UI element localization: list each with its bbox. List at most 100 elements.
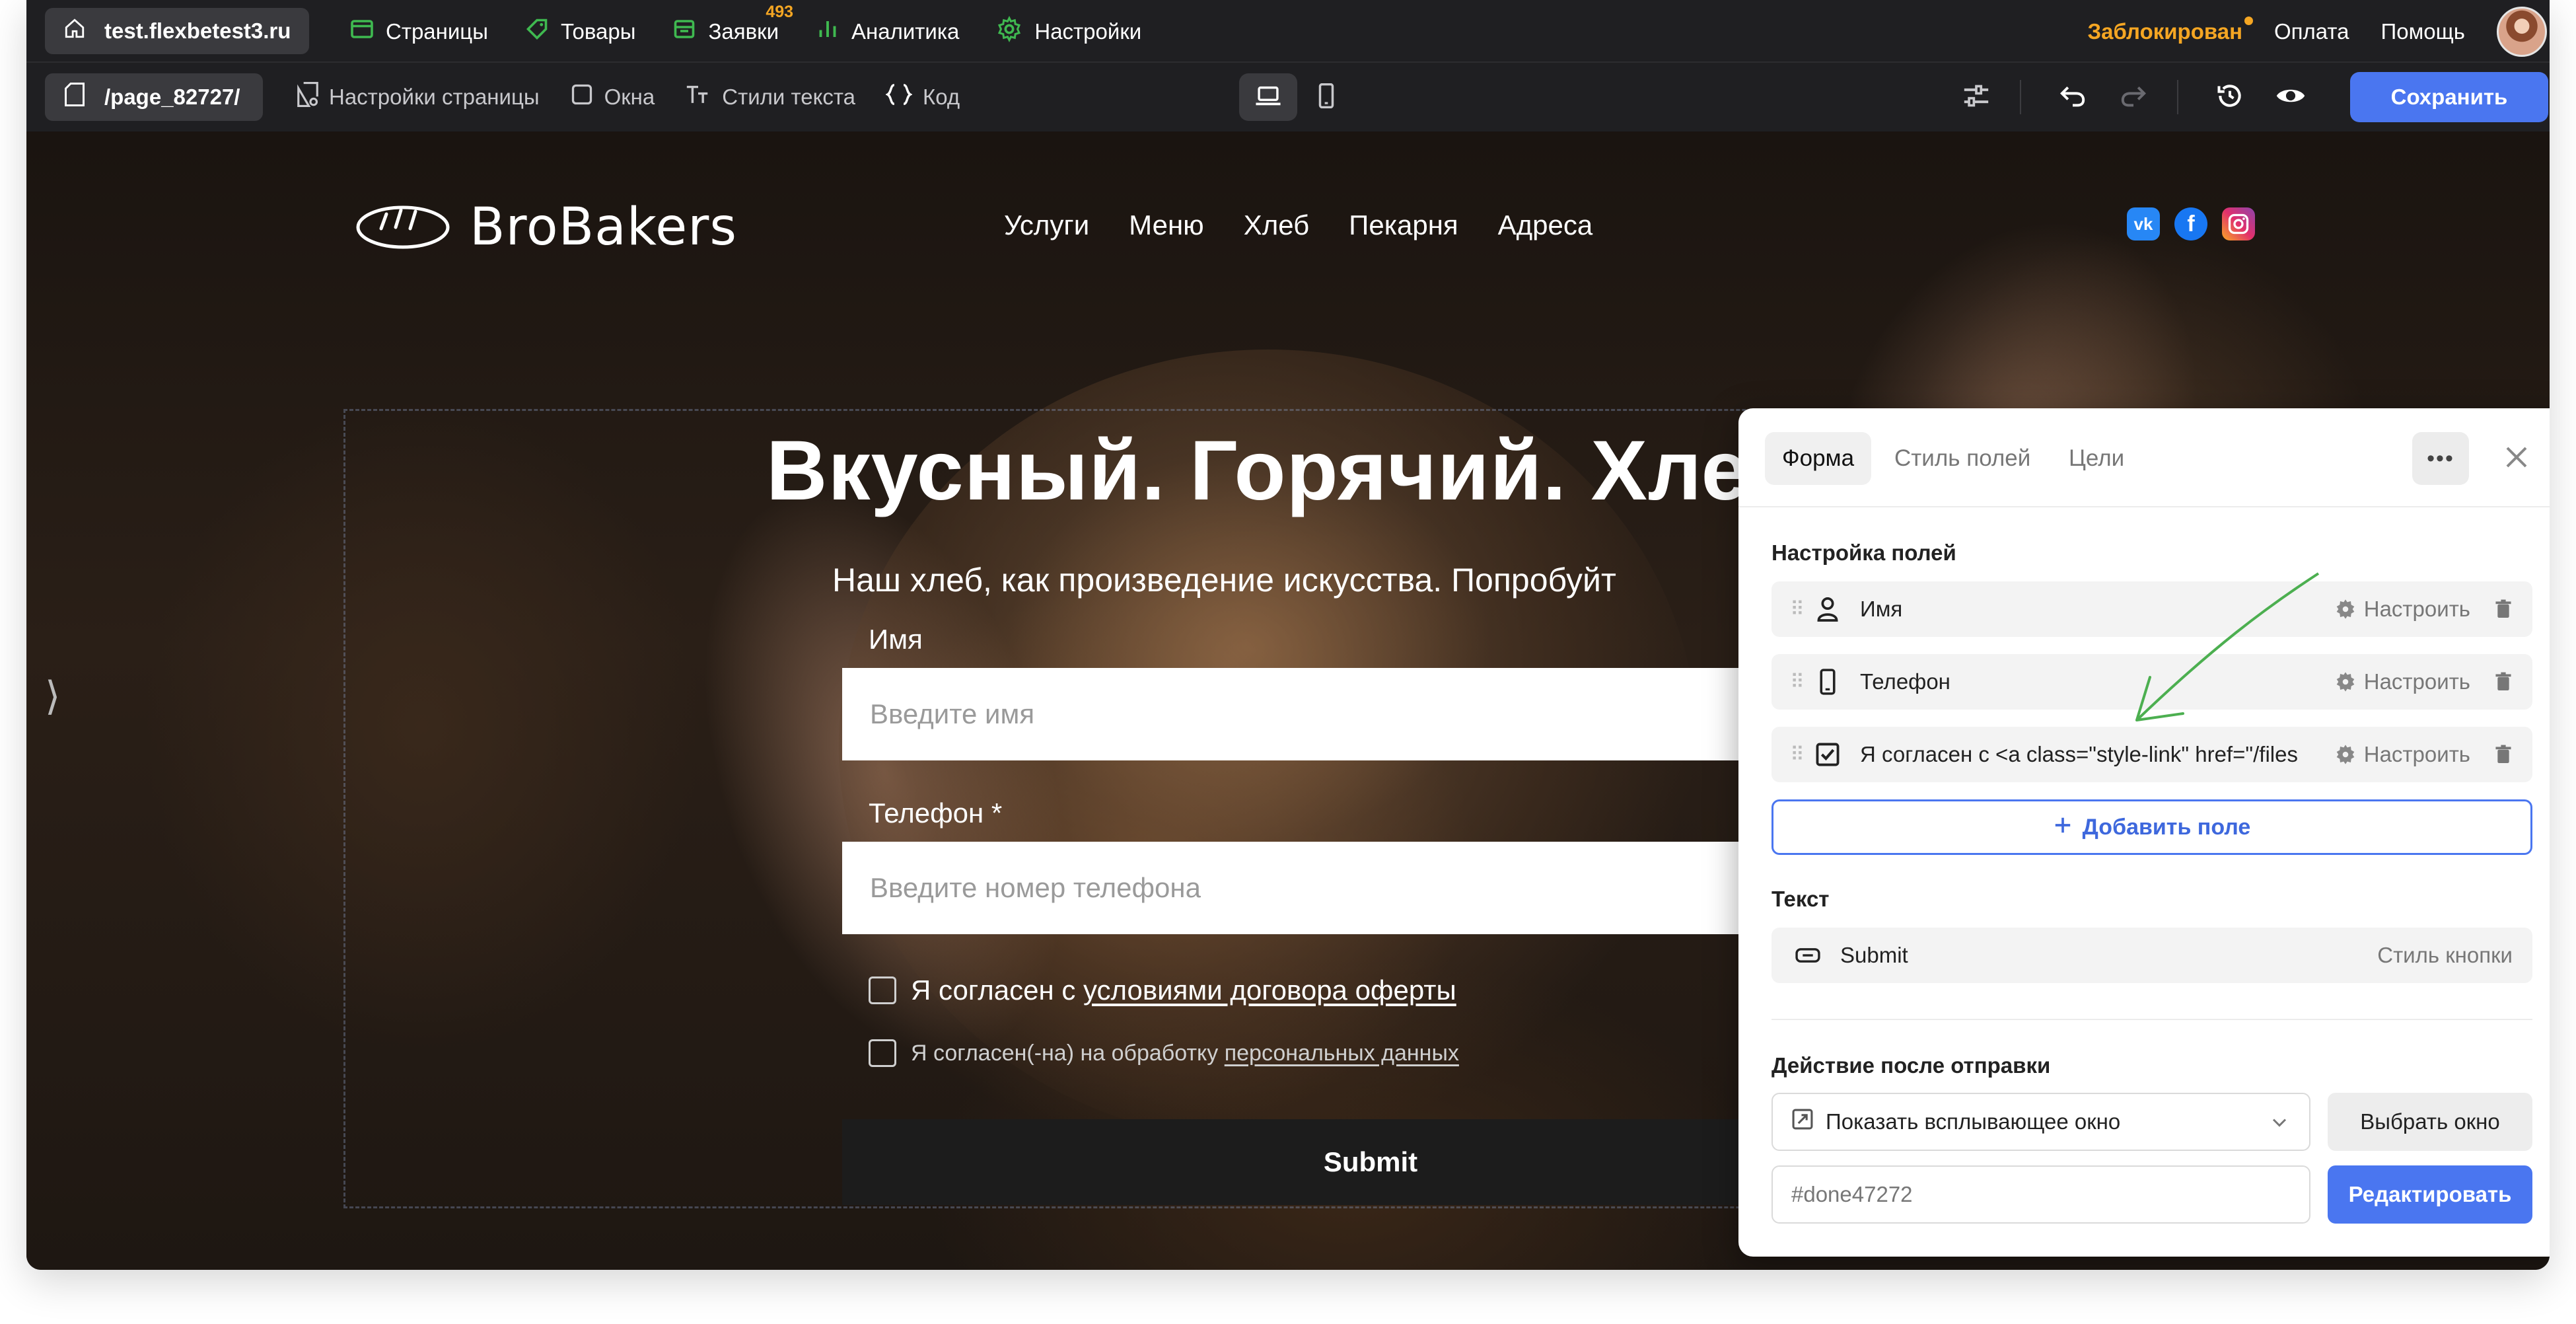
preview-button[interactable] — [2264, 71, 2317, 124]
delete-field-button[interactable] — [2490, 599, 2517, 619]
nav-pages[interactable]: Страницы — [350, 17, 488, 46]
field-row-consent[interactable]: ⠿ Я согласен с <a class="style-link" hre… — [1771, 727, 2532, 782]
tab-form[interactable]: Форма — [1765, 432, 1872, 485]
text-style-icon — [685, 83, 711, 112]
home-icon — [63, 17, 86, 45]
hero-title: Вкусный. Горячий. Хле — [766, 423, 1749, 518]
nav-products[interactable]: Товары — [525, 17, 635, 46]
windows-button[interactable]: Окна — [570, 83, 655, 112]
configure-field-button[interactable]: Настроить — [2335, 669, 2470, 694]
configure-field-button[interactable]: Настроить — [2335, 597, 2470, 622]
history-icon — [2215, 81, 2244, 114]
site-nav-item[interactable]: Хлеб — [1244, 209, 1309, 241]
page-settings-label: Настройки страницы — [329, 85, 540, 109]
laptop-icon — [1254, 85, 1283, 110]
account-status-label: Заблокирован — [2087, 18, 2242, 44]
code-label: Код — [923, 85, 960, 109]
toolbar-divider — [2020, 80, 2021, 114]
editor-app: test.flexbetest3.ru Страницы Товары Заяв… — [26, 0, 2550, 1270]
text-styles-button[interactable]: Стили текста — [685, 83, 855, 112]
toolbar-menu: Настройки страницы Окна Стили текста Код — [297, 63, 960, 131]
tag-icon — [525, 17, 549, 46]
site-nav: Услуги Меню Хлеб Пекарня Адреса — [1004, 209, 1592, 241]
configure-field-button[interactable]: Настроить — [2335, 742, 2470, 767]
mobile-view-button[interactable] — [1297, 73, 1355, 121]
configure-label: Настроить — [2363, 742, 2470, 766]
configure-label: Настроить — [2363, 597, 2470, 621]
site-nav-item[interactable]: Пекарня — [1349, 209, 1458, 241]
site-nav-item[interactable]: Меню — [1129, 209, 1204, 241]
popup-window-icon — [1791, 1108, 1814, 1136]
nav-orders[interactable]: Заявки 493 — [672, 3, 793, 46]
close-button[interactable] — [2498, 440, 2535, 477]
window-id-input[interactable]: #done47272 — [1771, 1165, 2310, 1224]
delete-field-button[interactable] — [2490, 672, 2517, 692]
checkbox-box[interactable] — [869, 1039, 896, 1067]
privacy-consent-text: Я согласен(-на) на обработку персональны… — [911, 1041, 1459, 1066]
vk-icon[interactable]: vk — [2127, 207, 2160, 240]
nav-settings[interactable]: Настройки — [996, 15, 1142, 48]
drag-handle-icon[interactable]: ⠿ — [1771, 598, 1805, 621]
panel-tabs: Форма Стиль полей Цели ••• — [1738, 408, 2550, 507]
code-braces-icon — [885, 83, 913, 112]
site-nav-item[interactable]: Услуги — [1004, 209, 1089, 241]
tab-goals[interactable]: Цели — [2069, 432, 2124, 485]
drag-handle-icon[interactable]: ⠿ — [1771, 671, 1805, 694]
account-status[interactable]: Заблокирован — [2087, 16, 2253, 44]
desktop-view-button[interactable] — [1239, 73, 1297, 121]
delete-field-button[interactable] — [2490, 745, 2517, 764]
site-logo[interactable]: BroBakers — [353, 198, 737, 257]
phone-icon — [1811, 669, 1844, 695]
inbox-icon — [672, 17, 696, 46]
history-button[interactable] — [2203, 71, 2256, 124]
bar-chart-icon — [816, 17, 840, 46]
offer-link[interactable]: условиями договора оферты — [1083, 975, 1456, 1006]
orders-count-badge: 493 — [766, 2, 794, 21]
site-switcher[interactable]: test.flexbetest3.ru — [45, 8, 309, 54]
redo-button[interactable] — [2107, 71, 2160, 124]
button-icon — [1791, 947, 1824, 964]
privacy-consent-checkbox[interactable]: Я согласен(-на) на обработку персональны… — [869, 1039, 1459, 1067]
form-settings-panel: Форма Стиль полей Цели ••• Настройка пол… — [1738, 408, 2550, 1257]
tab-field-style[interactable]: Стиль полей — [1894, 432, 2030, 485]
privacy-link[interactable]: персональных данных — [1225, 1041, 1459, 1066]
offer-consent-checkbox[interactable]: Я согласен с условиями договора оферты — [869, 975, 1456, 1006]
page-settings-button[interactable]: Настройки страницы — [297, 82, 540, 112]
save-button[interactable]: Сохранить — [2350, 72, 2548, 122]
after-submit-value: Показать всплывающее окно — [1826, 1109, 2121, 1134]
nav-orders-label: Заявки — [708, 18, 779, 44]
more-options-button[interactable]: ••• — [2412, 432, 2469, 485]
bread-logo-icon — [353, 200, 452, 256]
choose-window-button[interactable]: Выбрать окно — [2328, 1093, 2532, 1151]
after-submit-select[interactable]: Показать всплывающее окно — [1771, 1093, 2310, 1151]
undo-button[interactable] — [2046, 71, 2099, 124]
nav-settings-label: Настройки — [1034, 18, 1142, 44]
avatar[interactable] — [2497, 6, 2547, 57]
help-link[interactable]: Помощь — [2381, 19, 2465, 44]
adjust-button[interactable] — [1950, 71, 2003, 124]
page-selector[interactable]: /page_82727/ — [45, 73, 263, 121]
redo-icon — [2119, 84, 2148, 111]
page-settings-icon — [297, 82, 318, 112]
edit-window-button[interactable]: Редактировать — [2328, 1165, 2532, 1224]
add-field-label: Добавить поле — [2082, 814, 2251, 840]
instagram-icon[interactable] — [2222, 207, 2255, 240]
facebook-icon[interactable]: f — [2174, 207, 2207, 240]
add-field-button[interactable]: Добавить поле — [1771, 799, 2532, 855]
submit-text-row[interactable]: Submit Стиль кнопки — [1771, 928, 2532, 983]
code-button[interactable]: Код — [885, 83, 960, 112]
checkbox-box[interactable] — [869, 976, 896, 1004]
payment-link[interactable]: Оплата — [2274, 19, 2349, 44]
site-nav-item[interactable]: Адреса — [1498, 209, 1593, 241]
chevron-right-icon[interactable]: ⟩ — [45, 673, 60, 719]
text-styles-label: Стили текста — [722, 85, 856, 109]
sliders-icon — [1962, 83, 1991, 112]
nav-analytics[interactable]: Аналитика — [816, 17, 959, 46]
drag-handle-icon[interactable]: ⠿ — [1771, 743, 1805, 766]
close-icon — [2503, 444, 2530, 474]
name-label: Имя — [869, 624, 923, 655]
phone-label: Телефон * — [869, 797, 1003, 828]
top-bar: test.flexbetest3.ru Страницы Товары Заяв… — [26, 0, 2550, 63]
privacy-consent-prefix: Я согласен(-на) на обработку — [911, 1040, 1225, 1066]
button-style-link[interactable]: Стиль кнопки — [2377, 943, 2513, 968]
